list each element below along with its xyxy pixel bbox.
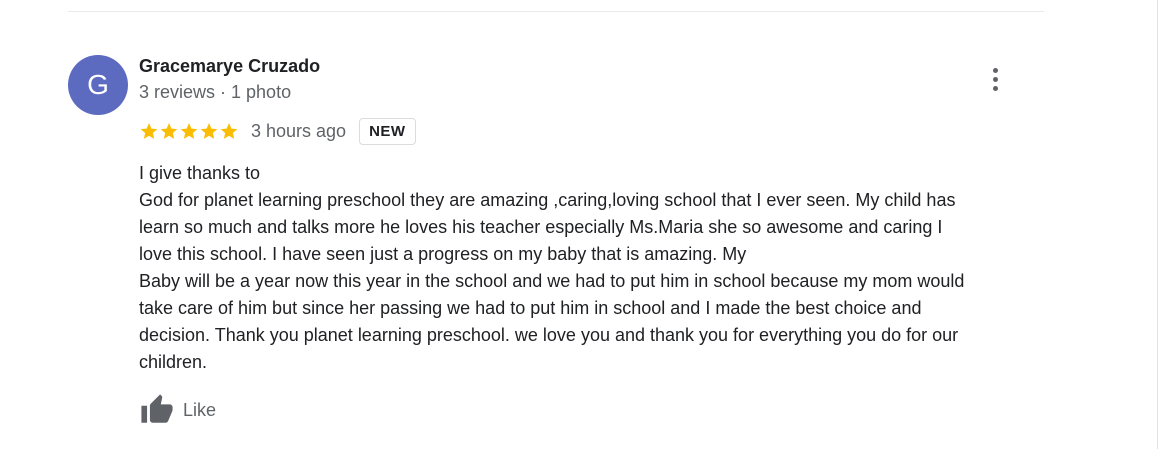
right-edge-divider xyxy=(1157,0,1158,449)
more-vert-icon-dot xyxy=(992,76,998,82)
review-text-line: take care of him but since her passing w… xyxy=(139,298,922,318)
like-label: Like xyxy=(183,399,217,420)
author-name[interactable]: Gracemarye Cruzado xyxy=(139,56,320,77)
avatar[interactable]: G xyxy=(68,55,128,115)
review-text: I give thanks to God for planet learning … xyxy=(139,160,1039,376)
author-meta: 3 reviews · 1 photo xyxy=(139,82,292,102)
new-badge: NEW xyxy=(359,117,416,145)
star-icon xyxy=(140,123,158,139)
review-text-line: learn so much and talks more he loves hi… xyxy=(139,217,943,237)
more-vert-icon-dot xyxy=(992,85,998,91)
review-text-line: Baby will be a year now this year in the… xyxy=(139,271,965,291)
like-button[interactable]: Like xyxy=(139,392,216,428)
avatar-initial: G xyxy=(87,69,109,100)
review-text-line: I give thanks to xyxy=(139,163,261,183)
review-text-line: decision. Thank you planet learning pres… xyxy=(139,325,959,345)
more-vert-icon xyxy=(992,67,998,73)
star-icon xyxy=(200,123,218,139)
star-icon xyxy=(180,123,198,139)
review-time: 3 hours ago xyxy=(251,120,347,141)
review-text-line: God for planet learning preschool they a… xyxy=(139,190,956,210)
top-divider xyxy=(68,11,1044,12)
star-icon xyxy=(220,123,238,139)
thumbs-up-icon xyxy=(141,394,173,423)
more-options-button[interactable] xyxy=(980,62,1010,96)
star-rating xyxy=(139,121,239,141)
rating-row: 3 hours ago NEW xyxy=(139,116,416,146)
star-icon xyxy=(160,123,178,139)
review-text-line: children. xyxy=(139,352,208,372)
review-text-line: love this school. I have seen just a pro… xyxy=(139,244,747,264)
